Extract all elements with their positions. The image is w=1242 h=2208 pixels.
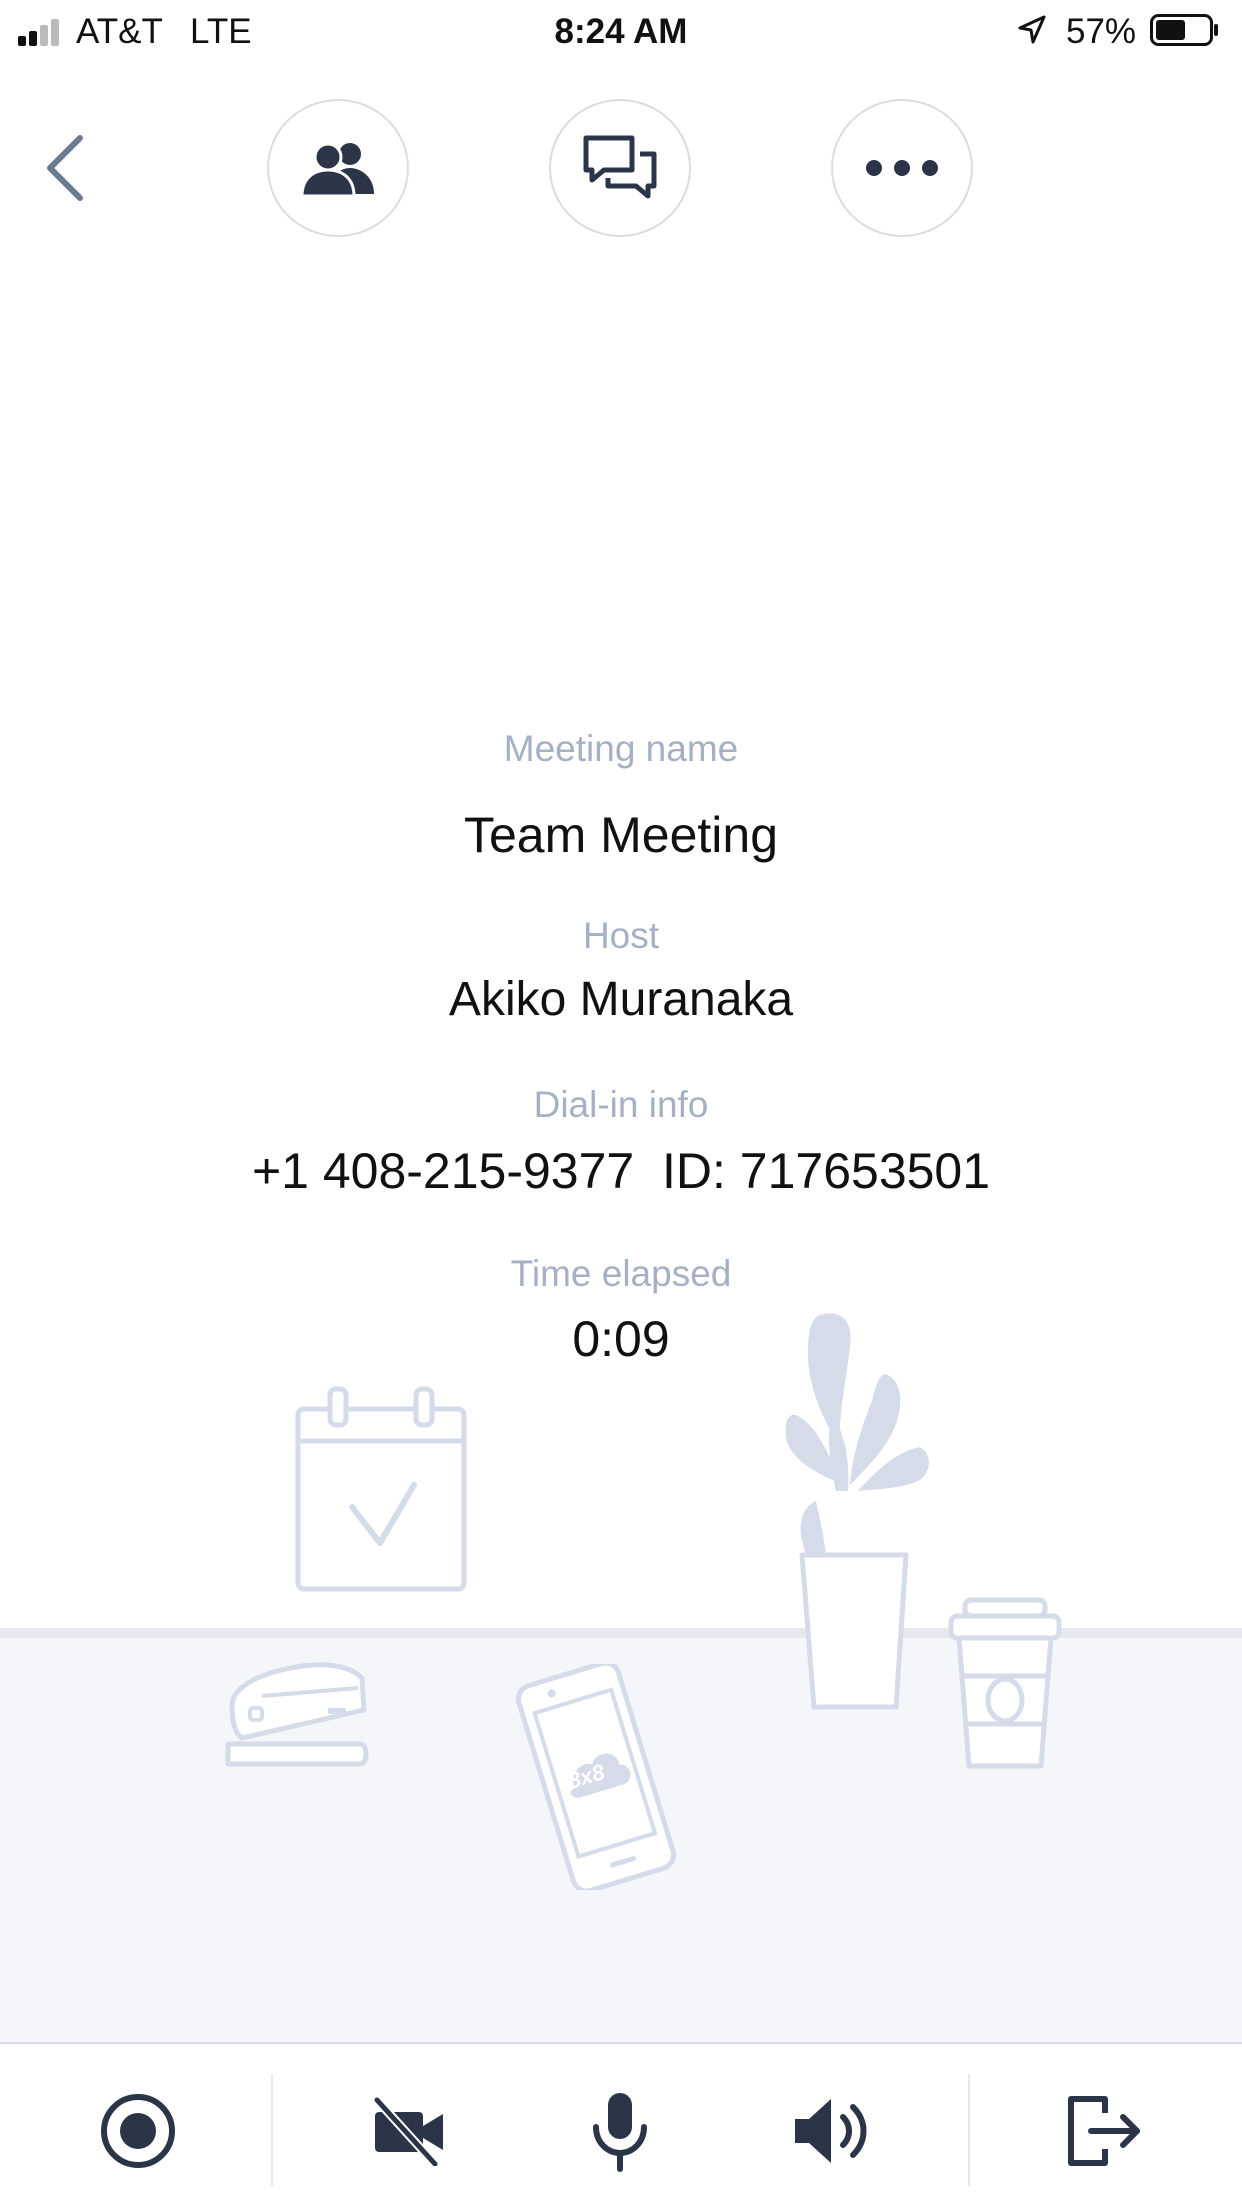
toolbar-divider (968, 2074, 970, 2186)
video-off-icon (373, 2096, 443, 2166)
phone-illustration: 8x8 (516, 1664, 676, 1890)
toolbar-divider (271, 2074, 273, 2186)
calendar-icon (295, 1386, 467, 1592)
chevron-left-icon (47, 135, 83, 201)
location-icon (1018, 15, 1046, 44)
time-elapsed: 0:09 (572, 1311, 670, 1367)
leave-icon (1068, 2096, 1140, 2166)
speaker-button[interactable] (788, 2086, 878, 2176)
dial-in-info: +1 408-215-9377 ID: 717653501 (251, 1143, 991, 1199)
time-elapsed-label: Time elapsed (510, 1253, 732, 1294)
status-bar: AT&T LTE 8:24 AM 57% (0, 0, 1242, 62)
more-icon (866, 160, 938, 176)
speaker-icon (795, 2099, 867, 2163)
participants-icon (300, 142, 374, 198)
chat-icon (583, 135, 657, 199)
host-name: Akiko Muranaka (448, 973, 794, 1026)
stapler-icon (225, 1662, 369, 1767)
leave-meeting-button[interactable] (1058, 2086, 1148, 2176)
status-time: 8:24 AM (554, 12, 688, 51)
microphone-button[interactable] (575, 2086, 665, 2176)
host-label: Host (582, 915, 660, 956)
battery-percent: 57% (1066, 12, 1137, 51)
chat-button[interactable] (549, 99, 691, 237)
video-toggle-button[interactable] (364, 2086, 454, 2176)
microphone-icon (593, 2093, 647, 2172)
dial-in-label: Dial-in info (533, 1084, 709, 1125)
record-icon (101, 2094, 175, 2168)
coffee-cup-icon (948, 1597, 1062, 1769)
meeting-name: Team Meeting (463, 807, 779, 863)
record-button[interactable] (93, 2086, 183, 2176)
plant-icon (785, 1313, 929, 1710)
battery-icon (1150, 14, 1218, 46)
call-toolbar (0, 2042, 1242, 2208)
back-button[interactable] (36, 128, 100, 208)
participants-button[interactable] (267, 99, 409, 237)
meeting-name-label: Meeting name (503, 728, 739, 769)
more-button[interactable] (831, 99, 973, 237)
